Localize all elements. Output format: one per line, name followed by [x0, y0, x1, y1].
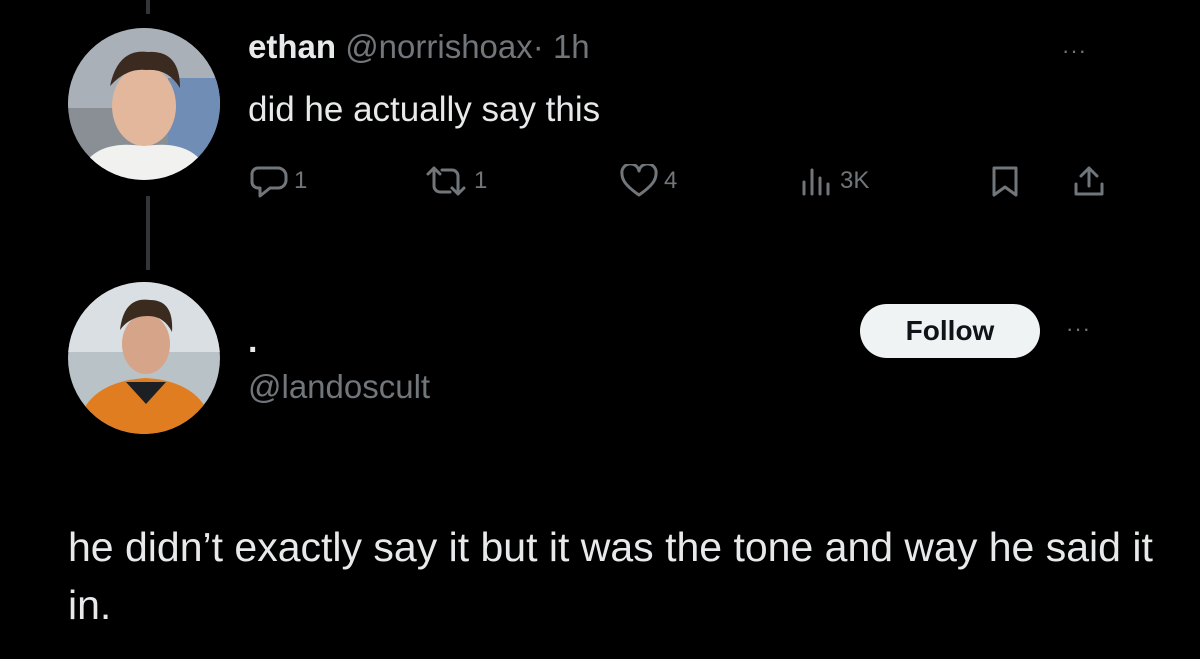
- retweet-button[interactable]: 1: [424, 164, 487, 198]
- retweet-count: 1: [474, 167, 488, 194]
- tweet-header: ethan @norrishoax· 1h: [248, 28, 590, 66]
- share-button[interactable]: [1072, 164, 1106, 198]
- reply-text: he didn’t exactly say it but it was the …: [68, 524, 1153, 628]
- views-icon: [800, 164, 834, 198]
- bookmark-icon: [990, 164, 1020, 198]
- author-name[interactable]: ethan: [248, 28, 336, 65]
- profile-avatar[interactable]: [68, 282, 220, 434]
- retweet-icon: [424, 164, 468, 198]
- follow-button[interactable]: Follow: [860, 304, 1040, 358]
- tweet-more-icon[interactable]: ···: [1062, 38, 1087, 64]
- header-separator: ·: [532, 28, 544, 65]
- tweet-text: did he actually say this: [248, 90, 601, 129]
- author-avatar[interactable]: [68, 28, 220, 180]
- like-icon: [620, 164, 658, 198]
- thread-line-middle: [146, 196, 150, 270]
- bookmark-button[interactable]: [990, 164, 1020, 198]
- tweet-timestamp[interactable]: 1h: [553, 28, 590, 65]
- like-button[interactable]: 4: [620, 164, 677, 198]
- profile-display-name[interactable]: .: [248, 322, 257, 361]
- reply-count: 1: [294, 167, 308, 194]
- profile-more-icon[interactable]: ···: [1066, 316, 1091, 342]
- thread-line-top: [146, 0, 150, 14]
- share-icon: [1072, 164, 1106, 198]
- like-count: 4: [664, 167, 678, 194]
- reply-button[interactable]: 1: [250, 164, 307, 198]
- views-count: 3K: [840, 167, 870, 194]
- views-button[interactable]: 3K: [800, 164, 869, 198]
- profile-handle[interactable]: @landoscult: [248, 368, 430, 406]
- reply-icon: [250, 164, 288, 198]
- tweet-action-bar: 1 1 4 3K: [0, 164, 1200, 204]
- author-handle[interactable]: @norrishoax: [345, 28, 533, 65]
